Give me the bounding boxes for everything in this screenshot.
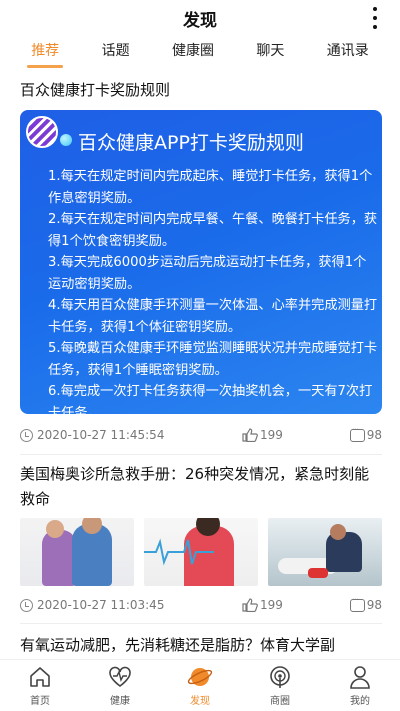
nav-home[interactable]: 首页: [10, 664, 70, 707]
tab-bar: 推荐 话题 健康圈 聊天 通讯录: [0, 36, 400, 70]
nav-business[interactable]: 商圈: [250, 664, 310, 707]
page-title: 发现: [183, 10, 217, 31]
rule-item: 5.每晚戴百众健康手环睡觉监测睡眠状况并完成睡觉打卡任务，获得1个睡眠密钥奖励。: [48, 341, 378, 378]
post-title[interactable]: 百众健康打卡奖励规则: [20, 78, 382, 103]
divider: [20, 623, 382, 624]
nav-label: 健康: [110, 696, 130, 707]
nav-label: 首页: [30, 696, 50, 707]
banner-rules: 1.每天在规定时间内完成起床、睡觉打卡任务，获得1个作息密钥奖励。 2.每天在规…: [48, 166, 378, 414]
post-title[interactable]: 有氧运动减肥，先消耗糖还是脂肪？体育大学副: [20, 633, 382, 658]
rule-item: 1.每天在规定时间内完成起床、睡觉打卡任务，获得1个作息密钥奖励。: [48, 169, 373, 206]
nav-label: 商圈: [270, 696, 290, 707]
nav-label: 发现: [190, 696, 210, 707]
thumbs-up-icon: [242, 598, 258, 612]
bullet-icon: [60, 134, 72, 146]
tab-contacts[interactable]: 通讯录: [327, 40, 369, 66]
rule-item: 4.每天用百众健康手环测量一次体温、心率并完成测量打卡任务，获得1个体征密钥奖励…: [48, 298, 378, 335]
nav-me[interactable]: 我的: [330, 664, 390, 707]
rule-item: 3.每天完成6000步运动后完成运动打卡任务，获得1个运动密钥奖励。: [48, 255, 367, 292]
post-meta: 2020-10-27 11:45:54 199 98: [20, 425, 382, 448]
more-icon[interactable]: [372, 7, 378, 29]
home-icon: [30, 667, 50, 687]
like-button[interactable]: 199: [242, 598, 283, 612]
comment-button[interactable]: 98: [349, 595, 382, 612]
post-meta: 2020-10-27 11:03:45 199 98: [20, 595, 382, 618]
heart-pulse-icon: [109, 666, 131, 687]
divider: [20, 454, 382, 455]
tab-recommend[interactable]: 推荐: [27, 40, 64, 68]
post-banner-image[interactable]: 百众健康APP打卡奖励规则 1.每天在规定时间内完成起床、睡觉打卡任务，获得1个…: [20, 110, 382, 414]
post-image-row: [20, 518, 382, 586]
nav-health[interactable]: 健康: [90, 664, 150, 707]
post-time: 2020-10-27 11:03:45: [37, 598, 165, 612]
post-title[interactable]: 美国梅奥诊所急救手册：26种突发情况，紧急时刻能救命: [20, 462, 382, 512]
person-icon: [350, 666, 370, 689]
app-logo-icon: [26, 116, 58, 148]
like-count: 199: [260, 598, 283, 612]
banner-title: 百众健康APP打卡奖励规则: [78, 132, 304, 154]
tab-topics[interactable]: 话题: [102, 40, 130, 66]
post-image-2[interactable]: [144, 518, 258, 586]
post-image-1[interactable]: [20, 518, 134, 586]
like-button[interactable]: 199: [242, 428, 283, 442]
feed[interactable]: 百众健康打卡奖励规则 百众健康APP打卡奖励规则 1.每天在规定时间内完成起床、…: [0, 70, 400, 659]
comment-button[interactable]: 98: [349, 425, 382, 442]
like-count: 199: [260, 428, 283, 442]
clock-icon: [20, 598, 33, 612]
post-time: 2020-10-27 11:45:54: [37, 428, 165, 442]
nav-discover[interactable]: 发现: [170, 664, 230, 707]
nav-label: 我的: [350, 696, 370, 707]
bottom-nav: 首页 健康 发现 商圈 我的: [0, 659, 400, 711]
tab-health-circle[interactable]: 健康圈: [172, 40, 214, 66]
tab-chat[interactable]: 聊天: [256, 40, 284, 66]
thumbs-up-icon: [242, 428, 258, 442]
broadcast-icon: [270, 666, 290, 688]
top-bar: 发现: [0, 0, 400, 36]
comment-count: 98: [366, 428, 382, 442]
comment-count: 98: [366, 598, 382, 612]
planet-icon: [187, 668, 213, 686]
comment-icon: [349, 425, 365, 442]
rule-item: 6.每完成一次打卡任务获得一次抽奖机会，一天有7次打卡任务。: [48, 384, 373, 414]
post-image-3[interactable]: [268, 518, 382, 586]
comment-icon: [349, 595, 365, 612]
clock-icon: [20, 428, 33, 442]
rule-item: 2.每天在规定时间内完成早餐、午餐、晚餐打卡任务，获得1个饮食密钥奖励。: [48, 212, 378, 249]
